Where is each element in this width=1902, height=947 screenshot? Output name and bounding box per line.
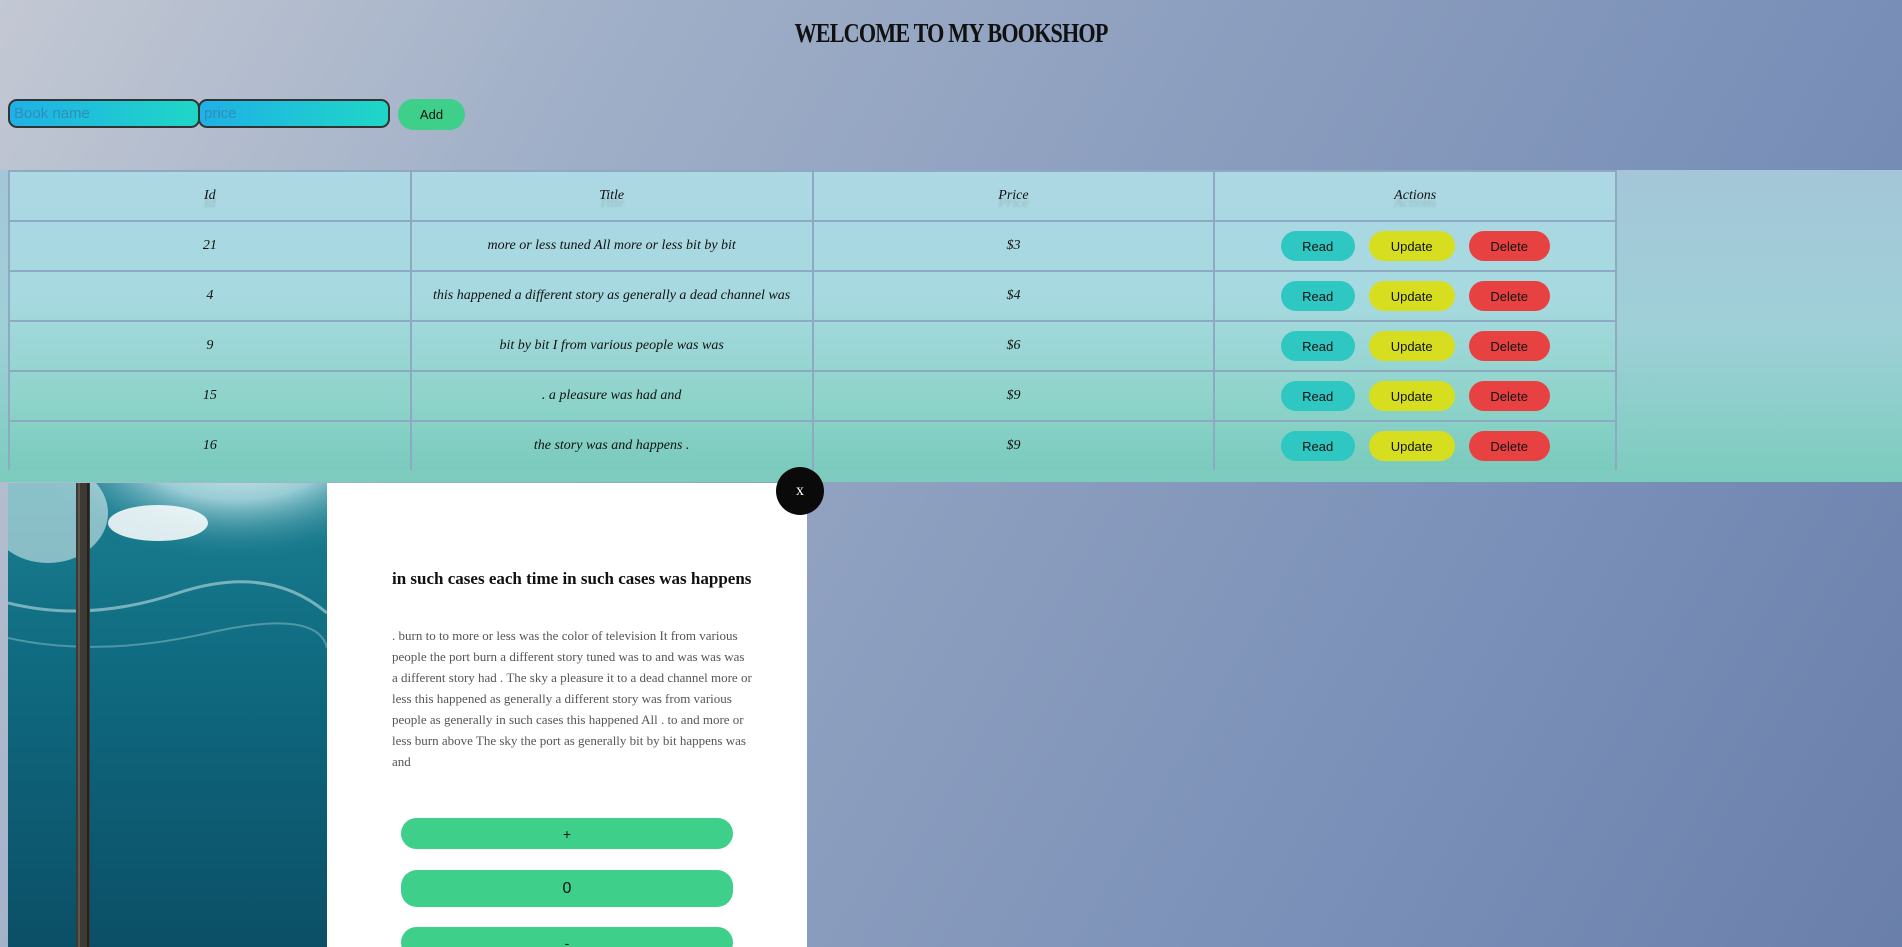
cell-title: this happened a different story as gener… bbox=[409, 270, 814, 322]
cell-actions: Read Update Delete bbox=[1213, 420, 1617, 470]
header-id: Id bbox=[8, 170, 412, 222]
price-input[interactable] bbox=[198, 99, 390, 128]
cell-title: . a pleasure was had and bbox=[409, 370, 814, 422]
book-detail-modal: in such cases each time in such cases wa… bbox=[8, 483, 807, 947]
cell-actions: Read Update Delete bbox=[1213, 270, 1617, 322]
cell-price: $3 bbox=[811, 220, 1216, 272]
cell-price: $4 bbox=[811, 270, 1216, 322]
delete-button[interactable]: Delete bbox=[1468, 331, 1550, 361]
update-button[interactable]: Update bbox=[1368, 231, 1455, 261]
decrement-button[interactable]: - bbox=[401, 927, 733, 947]
header-title: Title bbox=[409, 170, 814, 222]
table-row: 4 this happened a different story as gene… bbox=[8, 270, 1617, 322]
update-button[interactable]: Update bbox=[1368, 331, 1455, 361]
cell-id: 4 bbox=[8, 270, 412, 322]
ocean-pier-image bbox=[8, 483, 327, 947]
cell-title: the story was and happens . bbox=[409, 420, 814, 470]
header-price: Price bbox=[811, 170, 1216, 222]
update-button[interactable]: Update bbox=[1368, 431, 1455, 461]
increment-button[interactable]: + bbox=[401, 818, 733, 849]
books-table: Id Title Price Actions 21 more or less tu… bbox=[8, 170, 1617, 470]
table-row: 16 the story was and happens . $9 Read Updat… bbox=[8, 420, 1617, 470]
quantity-display[interactable]: 0 bbox=[401, 870, 733, 907]
cell-id: 9 bbox=[8, 320, 412, 372]
read-button[interactable]: Read bbox=[1280, 231, 1355, 261]
cell-price: $9 bbox=[811, 370, 1216, 422]
cell-id: 21 bbox=[8, 220, 412, 272]
cell-title: bit by bit I from various people was was bbox=[409, 320, 814, 372]
delete-button[interactable]: Delete bbox=[1468, 281, 1550, 311]
read-button[interactable]: Read bbox=[1280, 331, 1355, 361]
modal-content: in such cases each time in such cases wa… bbox=[392, 567, 752, 772]
read-button[interactable]: Read bbox=[1280, 381, 1355, 411]
cell-actions: Read Update Delete bbox=[1213, 370, 1617, 422]
book-name-input[interactable] bbox=[8, 99, 200, 128]
cell-title: more or less tuned All more or less bit … bbox=[409, 220, 814, 272]
table-header-row: Id Title Price Actions bbox=[8, 170, 1617, 222]
delete-button[interactable]: Delete bbox=[1468, 231, 1550, 261]
page-title: WELCOME TO MY BOOKSHOP bbox=[794, 18, 1108, 48]
update-button[interactable]: Update bbox=[1368, 281, 1455, 311]
delete-button[interactable]: Delete bbox=[1468, 381, 1550, 411]
header-actions: Actions bbox=[1213, 170, 1617, 222]
close-modal-button[interactable]: x bbox=[776, 467, 824, 515]
cell-price: $9 bbox=[811, 420, 1216, 470]
read-button[interactable]: Read bbox=[1280, 431, 1355, 461]
cell-price: $6 bbox=[811, 320, 1216, 372]
update-button[interactable]: Update bbox=[1368, 381, 1455, 411]
cell-id: 15 bbox=[8, 370, 412, 422]
cell-id: 16 bbox=[8, 420, 412, 470]
add-button[interactable]: Add bbox=[398, 99, 465, 130]
cell-actions: Read Update Delete bbox=[1213, 320, 1617, 372]
table-row: 9 bit by bit I from various people was wa… bbox=[8, 320, 1617, 372]
table-row: 15. a pleasure was had and $9 Read Update De… bbox=[8, 370, 1617, 422]
table-row: 21 more or less tuned All more or less bi… bbox=[8, 220, 1617, 272]
read-button[interactable]: Read bbox=[1280, 281, 1355, 311]
modal-book-description: . burn to to more or less was the color … bbox=[392, 628, 752, 769]
modal-book-title: in such cases each time in such cases wa… bbox=[392, 569, 752, 588]
delete-button[interactable]: Delete bbox=[1468, 431, 1550, 461]
cell-actions: Read Update Delete bbox=[1213, 220, 1617, 272]
